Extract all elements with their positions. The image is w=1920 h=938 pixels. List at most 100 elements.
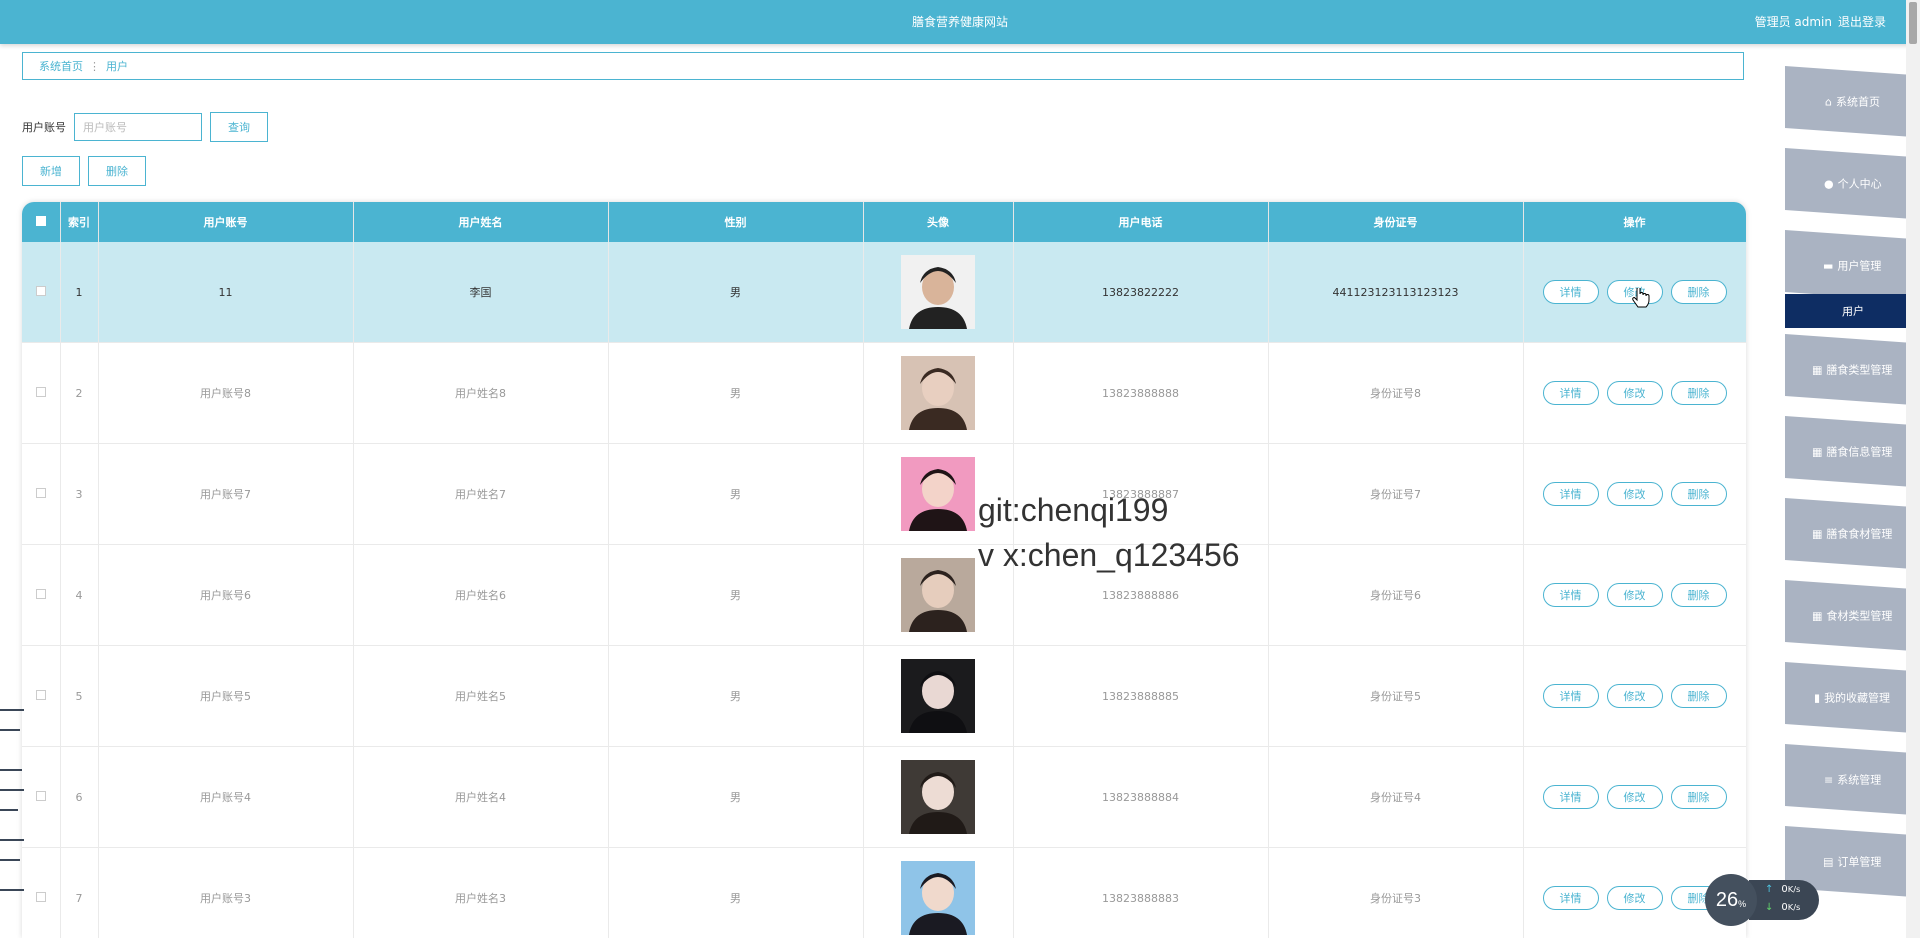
- select-all-checkbox[interactable]: [35, 215, 46, 226]
- row-select-cell[interactable]: [22, 645, 61, 747]
- page-scrollbar[interactable]: [1906, 0, 1920, 938]
- detail-button[interactable]: 详情: [1542, 482, 1599, 506]
- add-button[interactable]: 新增: [22, 156, 80, 186]
- sidebar-item-home[interactable]: ⌂ 系统首页: [1785, 66, 1920, 138]
- row-checkbox[interactable]: [35, 588, 46, 599]
- detail-button[interactable]: 详情: [1542, 280, 1599, 304]
- row-select-cell[interactable]: [22, 847, 61, 938]
- index-cell: 1: [60, 242, 99, 343]
- column-header-id-number: 身份证号: [1268, 202, 1524, 242]
- row-select-cell[interactable]: [22, 342, 61, 444]
- sidebar-item-diet-type[interactable]: ▦ 膳食类型管理: [1785, 334, 1920, 406]
- network-speed-widget[interactable]: ↑ 0K/s ↓ 0K/s 26%: [1705, 874, 1823, 926]
- sidebar-item-favorites[interactable]: ▮ 我的收藏管理: [1785, 662, 1920, 734]
- detail-button[interactable]: 详情: [1542, 684, 1599, 708]
- avatar-image[interactable]: [901, 861, 975, 935]
- table-row[interactable]: 4 用户账号6 用户姓名6 男 13823888886 身份证号6 详情 修改 …: [22, 544, 1746, 646]
- avatar-cell: [863, 645, 1014, 747]
- row-select-cell[interactable]: [22, 443, 61, 545]
- id-number-cell: 身份证号6: [1268, 544, 1524, 646]
- avatar-image[interactable]: [901, 457, 975, 531]
- phone-cell: 13823888888: [1013, 342, 1269, 444]
- account-cell: 用户账号7: [98, 443, 354, 545]
- query-button[interactable]: 查询: [210, 112, 268, 142]
- row-checkbox[interactable]: [35, 386, 46, 397]
- sidebar-item-profile[interactable]: ● 个人中心: [1785, 148, 1920, 220]
- list-icon: ≡: [1823, 773, 1834, 787]
- row-checkbox[interactable]: [35, 285, 46, 296]
- row-select-cell[interactable]: [22, 242, 61, 343]
- edit-button[interactable]: 修改: [1606, 381, 1663, 405]
- cpu-percent-circle: 26%: [1705, 874, 1757, 926]
- account-search-input[interactable]: [74, 113, 202, 141]
- sidebar-item-label: 系统首页: [1835, 95, 1880, 109]
- user-label: 管理员 admin: [1754, 15, 1832, 29]
- bulk-delete-button[interactable]: 删除: [88, 156, 146, 186]
- sidebar-item-ingredient-type[interactable]: ▦ 食材类型管理: [1785, 580, 1920, 652]
- column-header-phone: 用户电话: [1013, 202, 1269, 242]
- avatar-image[interactable]: [901, 760, 975, 834]
- detail-button[interactable]: 详情: [1542, 381, 1599, 405]
- phone-cell: 13823822222: [1013, 242, 1269, 343]
- delete-button[interactable]: 删除: [1670, 381, 1727, 405]
- breadcrumb: 系统首页 ⋮ 用户: [22, 52, 1744, 80]
- name-cell: 用户姓名6: [353, 544, 609, 646]
- sidebar-item-system[interactable]: ≡ 系统管理: [1785, 744, 1920, 816]
- gender-cell: 男: [608, 443, 864, 545]
- detail-button[interactable]: 详情: [1542, 583, 1599, 607]
- sidebar-item-diet-ingredient[interactable]: ▦ 膳食食材管理: [1785, 498, 1920, 570]
- decorative-lines: [0, 709, 24, 891]
- delete-button[interactable]: 删除: [1670, 785, 1727, 809]
- avatar-cell: [863, 242, 1014, 343]
- row-select-cell[interactable]: [22, 544, 61, 646]
- row-select-cell[interactable]: [22, 746, 61, 848]
- avatar-image[interactable]: [901, 558, 975, 632]
- table-row[interactable]: 7 用户账号3 用户姓名3 男 13823888883 身份证号3 详情 修改 …: [22, 847, 1746, 938]
- detail-button[interactable]: 详情: [1542, 886, 1599, 910]
- delete-button[interactable]: 删除: [1670, 684, 1727, 708]
- column-header-actions: 操作: [1523, 202, 1746, 242]
- avatar-cell: [863, 746, 1014, 848]
- row-checkbox[interactable]: [35, 487, 46, 498]
- delete-button[interactable]: 删除: [1670, 482, 1727, 506]
- sidebar-item-diet-info[interactable]: ▦ 膳食信息管理: [1785, 416, 1920, 488]
- row-checkbox[interactable]: [35, 790, 46, 801]
- sidebar-item-user-management[interactable]: ▬ 用户管理: [1785, 230, 1920, 302]
- edit-button[interactable]: 修改: [1606, 886, 1663, 910]
- avatar-image[interactable]: [901, 659, 975, 733]
- column-header-name: 用户姓名: [353, 202, 609, 242]
- sidebar-item-label: 膳食类型管理: [1826, 363, 1893, 377]
- row-checkbox[interactable]: [35, 689, 46, 700]
- breadcrumb-home[interactable]: 系统首页: [39, 58, 83, 74]
- table-row[interactable]: 1 11 李国 男 13823822222 441123123113123123…: [22, 242, 1746, 343]
- select-all-header[interactable]: [22, 202, 61, 242]
- grid-icon: ▦: [1812, 609, 1823, 623]
- index-cell: 5: [60, 645, 99, 747]
- account-cell: 用户账号4: [98, 746, 354, 848]
- delete-button[interactable]: 删除: [1670, 583, 1727, 607]
- edit-button[interactable]: 修改: [1606, 684, 1663, 708]
- row-checkbox[interactable]: [35, 891, 46, 902]
- sidebar-item-label: 用户: [1841, 304, 1864, 319]
- detail-button[interactable]: 详情: [1542, 785, 1599, 809]
- search-label: 用户账号: [22, 121, 66, 134]
- sidebar-item-label: 膳食食材管理: [1826, 527, 1893, 541]
- avatar-image[interactable]: [901, 356, 975, 430]
- sidebar-item-label: 个人中心: [1837, 177, 1882, 191]
- delete-button[interactable]: 删除: [1670, 280, 1727, 304]
- scrollbar-thumb[interactable]: [1909, 2, 1917, 44]
- actions-cell: 详情 修改 删除: [1523, 443, 1746, 545]
- edit-button[interactable]: 修改: [1606, 583, 1663, 607]
- table-row[interactable]: 2 用户账号8 用户姓名8 男 13823888888 身份证号8 详情 修改 …: [22, 342, 1746, 444]
- table-row[interactable]: 6 用户账号4 用户姓名4 男 13823888884 身份证号4 详情 修改 …: [22, 746, 1746, 848]
- top-bar: 膳食营养健康网站 管理员 admin 退出登录: [0, 0, 1920, 44]
- logout-link[interactable]: 退出登录: [1838, 13, 1886, 30]
- avatar-image[interactable]: [901, 255, 975, 329]
- table-row[interactable]: 5 用户账号5 用户姓名5 男 13823888885 身份证号5 详情 修改 …: [22, 645, 1746, 747]
- speed-rates: ↑ 0K/s ↓ 0K/s: [1749, 880, 1819, 920]
- table-row[interactable]: 3 用户账号7 用户姓名7 男 13823888887 身份证号7 详情 修改 …: [22, 443, 1746, 545]
- sidebar-item-users[interactable]: 用户: [1785, 294, 1920, 328]
- edit-button[interactable]: 修改: [1606, 785, 1663, 809]
- edit-button[interactable]: 修改: [1606, 482, 1663, 506]
- name-cell: 李国: [353, 242, 609, 343]
